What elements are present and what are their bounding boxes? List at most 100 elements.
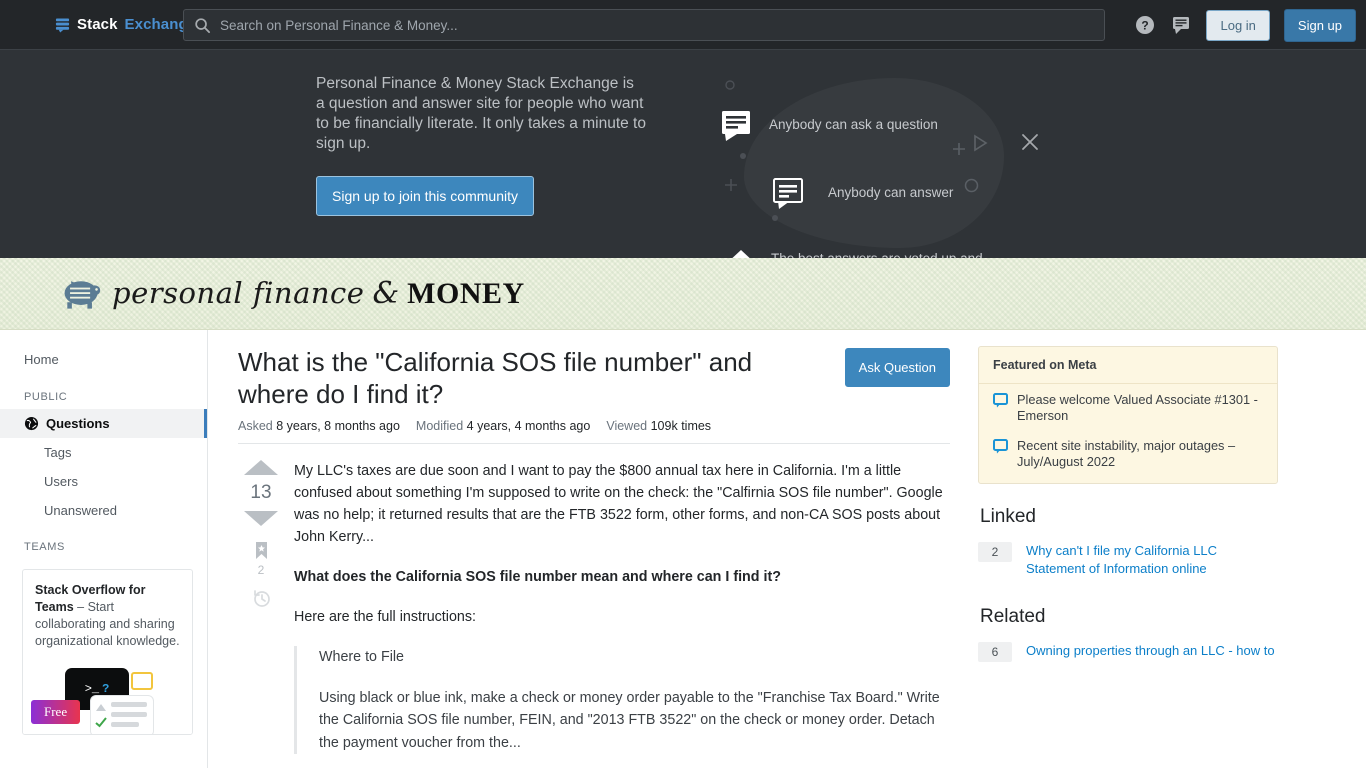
vote-score: 13 — [250, 482, 272, 503]
related-heading: Related — [980, 606, 1046, 627]
teams-promo-card[interactable]: Stack Overflow for Teams – Start collabo… — [22, 569, 193, 735]
sidebar-item-users[interactable]: Users — [0, 467, 207, 496]
hero-point-votes: The best answers are voted up and rise t… — [724, 248, 1050, 258]
site-name-ampersand: & — [372, 276, 400, 311]
stat-asked-value: 8 years, 8 months ago — [276, 419, 400, 433]
stat-modified: Modified 4 years, 4 months ago — [416, 419, 590, 433]
upvote-arrow-icon — [96, 704, 106, 711]
linked-question-link[interactable]: Why can't I file my California LLC State… — [1026, 542, 1278, 578]
vote-arrows-icon — [732, 250, 750, 258]
hero-point-votes-text: The best answers are voted up and rise t… — [771, 250, 986, 258]
stack-logo-icon — [55, 17, 70, 32]
arrow-up-icon[interactable] — [244, 460, 278, 475]
ask-question-button[interactable]: Ask Question — [844, 348, 950, 387]
logo-stack-text: Stack — [77, 16, 118, 33]
teams-promo-illustration: >_? Free — [23, 660, 192, 734]
speech-bubble-icon — [722, 111, 750, 141]
linked-row[interactable]: 2 Why can't I file my California LLC Sta… — [978, 536, 1278, 584]
blockquote: Where to File Using black or blue ink, m… — [294, 646, 950, 754]
featured-meta-item-text: Recent site instability, major outages –… — [1017, 438, 1236, 469]
post-paragraph-3: Here are the full instructions: — [294, 609, 476, 625]
page-title: What is the "California SOS file number"… — [238, 347, 753, 409]
sidebar-item-questions-label: Questions — [46, 416, 110, 431]
site-name-script: personal finance — [112, 276, 365, 310]
featured-meta-item-text: Please welcome Valued Associate #1301 - … — [1017, 392, 1258, 423]
blockquote-title: Where to File — [319, 649, 405, 665]
signup-hero-banner: Personal Finance & Money Stack Exchange … — [0, 50, 1366, 258]
site-name[interactable]: personal finance & MONEY — [112, 276, 525, 311]
search-input[interactable] — [220, 17, 1094, 33]
bookmark-icon[interactable] — [254, 541, 269, 560]
card-line-1 — [111, 702, 147, 707]
hero-description: Personal Finance & Money Stack Exchange … — [316, 75, 646, 152]
vote-column: 13 2 — [238, 460, 284, 768]
speech-bubble-icon — [993, 439, 1008, 454]
stack-exchange-logo[interactable]: Stack Exchange — [55, 16, 196, 33]
hero-points-list: Anybody can ask a question Anybody can a… — [720, 110, 1050, 258]
play-triangle-icon[interactable] — [972, 134, 988, 152]
page-body: Home PUBLIC Questions Tags Users Unanswe… — [0, 330, 1366, 768]
hero-point-answer-text: Anybody can answer — [828, 185, 954, 200]
history-clock-icon[interactable] — [252, 589, 271, 608]
hero-point-answer: Anybody can answer — [772, 178, 1050, 210]
top-navigation-bar: StackExchange ? Log in Sign up — [0, 0, 1366, 50]
stat-viewed-value: 109k times — [650, 419, 712, 433]
sticky-note-icon — [131, 672, 153, 690]
sidebar-item-tags-label: Tags — [44, 445, 72, 460]
arrow-down-icon[interactable] — [244, 511, 278, 526]
decor-circle-small — [725, 80, 735, 90]
terminal-question-mark: ? — [102, 682, 110, 696]
right-sidebar: Featured on Meta Please welcome Valued A… — [978, 346, 1278, 768]
main-content: What is the "California SOS file number"… — [208, 330, 1366, 768]
sidebar-item-questions[interactable]: Questions — [0, 409, 207, 438]
question-column: What is the "California SOS file number"… — [238, 346, 950, 768]
hero-signup-button[interactable]: Sign up to join this community — [316, 176, 534, 216]
related-question-link[interactable]: Owning properties through an LLC - how t… — [1026, 642, 1275, 660]
sidebar-item-home[interactable]: Home — [0, 344, 207, 375]
signup-button[interactable]: Sign up — [1283, 8, 1356, 42]
stat-modified-value: 4 years, 4 months ago — [466, 419, 591, 433]
blockquote-body: Using black or blue ink, make a check or… — [319, 689, 940, 751]
question-stats: Asked 8 years, 8 months ago Modified 4 y… — [238, 419, 950, 444]
search-icon — [195, 17, 211, 33]
sidebar-section-teams: TEAMS — [24, 541, 65, 553]
search-bar[interactable] — [183, 9, 1105, 41]
question-header: What is the "California SOS file number"… — [238, 346, 950, 410]
top-bar-right-actions: ? Log in Sign up — [1134, 0, 1356, 50]
sidebar-item-unanswered-label: Unanswered — [44, 503, 117, 518]
linked-heading: Linked — [980, 506, 1036, 527]
stat-asked-label: Asked — [238, 419, 273, 433]
post-paragraph-1: My LLC's taxes are due soon and I want t… — [294, 463, 943, 545]
featured-meta-item[interactable]: Recent site instability, major outages –… — [979, 430, 1277, 483]
card-line-2 — [111, 712, 147, 717]
card-line-3 — [111, 722, 139, 727]
stat-modified-label: Modified — [415, 419, 464, 433]
login-button[interactable]: Log in — [1206, 9, 1270, 41]
close-icon[interactable] — [1020, 132, 1040, 152]
featured-meta-item[interactable]: Please welcome Valued Associate #1301 - … — [979, 384, 1277, 430]
hero-left-column: Personal Finance & Money Stack Exchange … — [316, 74, 646, 216]
question-body: 13 2 My LLC's taxes are due soon and I w… — [238, 460, 950, 768]
speech-bubble-icon — [993, 393, 1008, 408]
inbox-icon[interactable] — [1170, 14, 1192, 36]
hero-point-ask: Anybody can ask a question — [720, 110, 1050, 142]
check-icon — [95, 717, 107, 728]
svg-text:?: ? — [1142, 19, 1149, 33]
sidebar-item-tags[interactable]: Tags — [0, 438, 207, 467]
related-row[interactable]: 6 Owning properties through an LLC - how… — [978, 636, 1278, 668]
piggy-bank-icon[interactable] — [60, 277, 102, 311]
related-score: 6 — [978, 642, 1012, 662]
speech-bubble-outline-icon — [773, 178, 803, 209]
stat-viewed: Viewed 109k times — [606, 419, 711, 433]
answer-card-icon — [91, 696, 153, 734]
featured-on-meta-title: Featured on Meta — [979, 347, 1277, 384]
left-sidebar: Home PUBLIC Questions Tags Users Unanswe… — [0, 330, 208, 768]
post-paragraph-2: What does the California SOS file number… — [294, 569, 781, 585]
hero-point-ask-text: Anybody can ask a question — [769, 117, 938, 132]
sidebar-item-unanswered[interactable]: Unanswered — [0, 496, 207, 525]
featured-on-meta-card: Featured on Meta Please welcome Valued A… — [978, 346, 1278, 484]
terminal-prompt: >_ — [84, 682, 100, 696]
globe-icon — [24, 416, 39, 431]
help-circle-icon[interactable]: ? — [1134, 14, 1156, 36]
stat-viewed-label: Viewed — [606, 419, 648, 433]
